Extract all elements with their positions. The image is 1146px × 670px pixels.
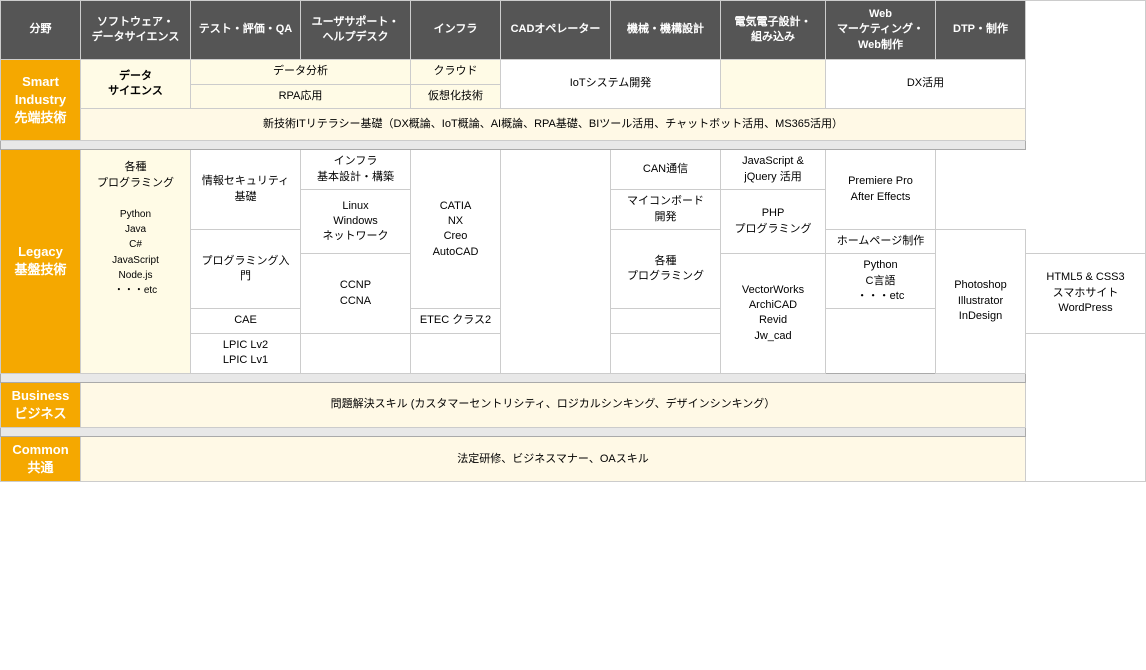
- legacy-homepage: ホームページ制作: [826, 229, 936, 253]
- legacy-ccnp: CCNPCCNA: [301, 254, 411, 334]
- legacy-can: CAN通信: [611, 150, 721, 190]
- header-infra: インフラ: [411, 1, 501, 60]
- header-mechanical: 機械・機構設計: [611, 1, 721, 60]
- header-support: ユーザサポート・ヘルプデスク: [301, 1, 411, 60]
- legacy-cae-label: CAE: [191, 309, 301, 333]
- smart-iot: IoTシステム開発: [501, 60, 721, 109]
- smart-virtual: 仮想化技術: [411, 84, 501, 108]
- header-row: 分野 ソフトウェア・データサイエンス テスト・評価・QA ユーザサポート・ヘルプ…: [1, 1, 1146, 60]
- legacy-lpic: LPIC Lv2LPIC Lv1: [191, 333, 301, 373]
- header-electrical: 電気電子設計・組み込み: [721, 1, 826, 60]
- legacy-microboard: マイコンボード開発: [611, 190, 721, 230]
- legacy-各種prog: 各種プログラミング: [611, 229, 721, 309]
- header-dtp: DTP・制作: [936, 1, 1026, 60]
- legacy-security: 情報セキュリティ基礎: [191, 150, 301, 230]
- common-category: Common共通: [1, 437, 81, 482]
- legacy-etec-empty: [411, 333, 501, 373]
- smart-data-science: データサイエンス: [81, 60, 191, 109]
- legacy-cae-empty: [501, 150, 611, 373]
- legacy-etec: ETEC クラス2: [411, 309, 501, 333]
- legacy-python-c: PythonC言語・・・etc: [826, 254, 936, 309]
- smart-data-analysis: データ分析: [191, 60, 411, 84]
- legacy-category: Legacy基盤技術: [1, 150, 81, 373]
- separator-row2: [1, 373, 1146, 382]
- business-row: Businessビジネス 問題解決スキル (カスタマーセントリシティ、ロジカルシ…: [1, 382, 1146, 427]
- legacy-vectorworks: VectorWorksArchiCADRevidJw_cad: [721, 254, 826, 373]
- legacy-programming-types: 各種プログラミング PythonJavaC#JavaScriptNode.js・…: [81, 150, 191, 373]
- smart-denki-empty: [721, 60, 826, 109]
- legacy-prog-intro: プログラミング入門: [191, 229, 301, 309]
- legacy-web-empty: [611, 333, 721, 373]
- legacy-catia: CATIANXCreoAutoCAD: [411, 150, 501, 309]
- smart-category: SmartIndustry先端技術: [1, 60, 81, 141]
- legacy-linux: LinuxWindowsネットワーク: [301, 190, 411, 254]
- separator-row: [1, 141, 1146, 150]
- legacy-photoshop: PhotoshopIllustratorInDesign: [936, 229, 1026, 373]
- legacy-premiere: Premiere ProAfter Effects: [826, 150, 936, 230]
- legacy-lpic-infra: [301, 333, 411, 373]
- legacy-js-jquery: JavaScript &jQuery 活用: [721, 150, 826, 190]
- smart-row3: 新技術ITリテラシー基礎（DX概論、IoT概論、AI概論、RPA基礎、BIツール…: [1, 108, 1146, 140]
- smart-row1: SmartIndustry先端技術 データサイエンス データ分析 クラウド Io…: [1, 60, 1146, 84]
- legacy-infra-basic: インフラ基本設計・構築: [301, 150, 411, 190]
- header-software: ソフトウェア・データサイエンス: [81, 1, 191, 60]
- header-web: Webマーケティング・Web制作: [826, 1, 936, 60]
- business-content: 問題解決スキル (カスタマーセントリシティ、ロジカルシンキング、デザインシンキン…: [81, 382, 1026, 427]
- legacy-php: PHPプログラミング: [721, 190, 826, 254]
- skills-matrix: 分野 ソフトウェア・データサイエンス テスト・評価・QA ユーザサポート・ヘルプ…: [0, 0, 1146, 482]
- smart-literacy: 新技術ITリテラシー基礎（DX概論、IoT概論、AI概論、RPA基礎、BIツール…: [81, 108, 1026, 140]
- common-row: Common共通 法定研修、ビジネスマナー、OAスキル: [1, 437, 1146, 482]
- header-cad: CADオペレーター: [501, 1, 611, 60]
- smart-cloud: クラウド: [411, 60, 501, 84]
- business-category: Businessビジネス: [1, 382, 81, 427]
- legacy-row1: Legacy基盤技術 各種プログラミング PythonJavaC#JavaScr…: [1, 150, 1146, 190]
- legacy-html5: HTML5 & CSS3スマホサイトWordPress: [1026, 254, 1146, 334]
- separator-row3: [1, 428, 1146, 437]
- header-category: 分野: [1, 1, 81, 60]
- smart-rpa: RPA応用: [191, 84, 411, 108]
- header-test: テスト・評価・QA: [191, 1, 301, 60]
- smart-dx: DX活用: [826, 60, 1026, 109]
- common-content: 法定研修、ビジネスマナー、OAスキル: [81, 437, 1026, 482]
